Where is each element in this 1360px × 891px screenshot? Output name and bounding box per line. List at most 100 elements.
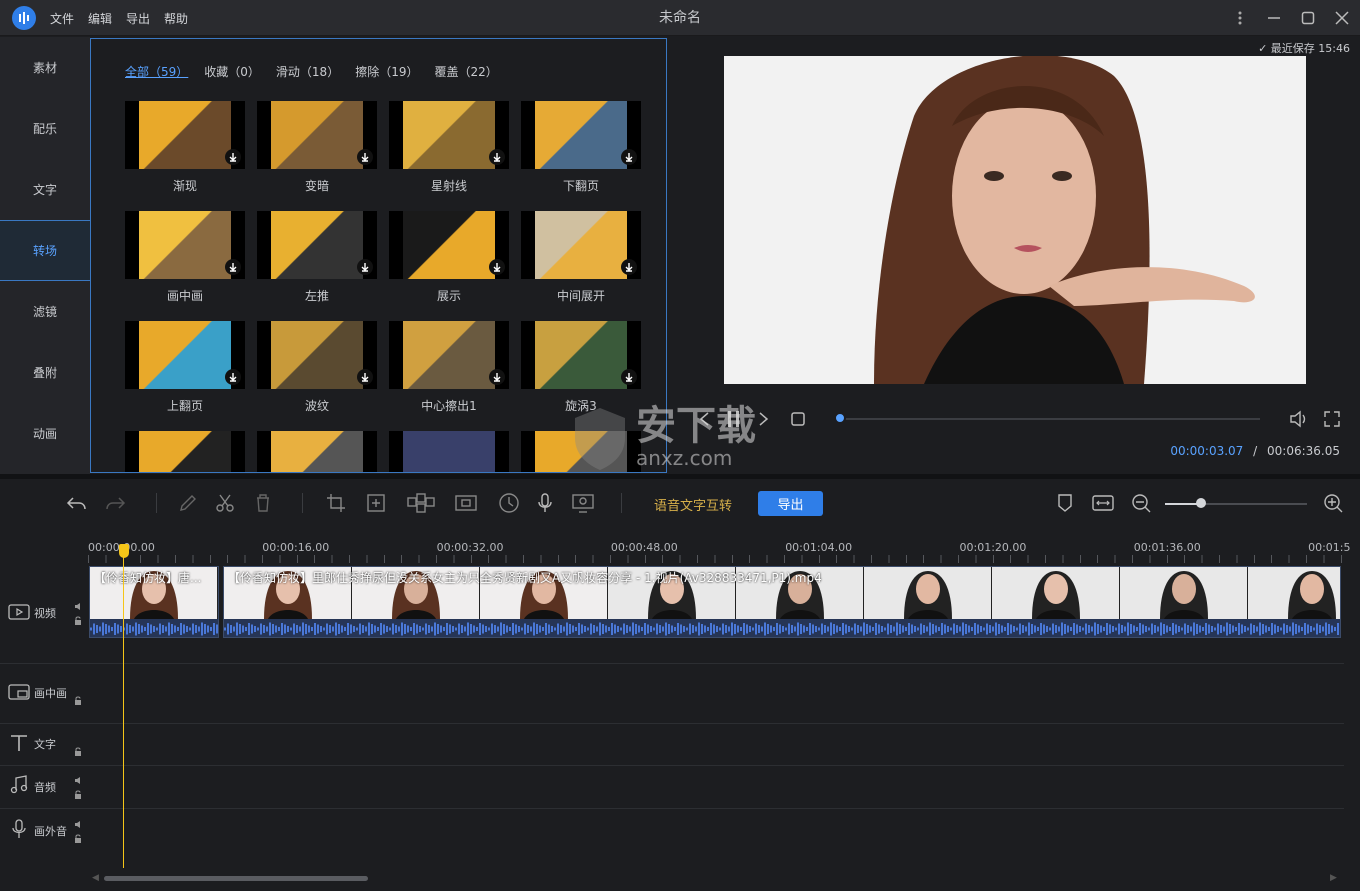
transition-item[interactable] xyxy=(257,431,377,472)
menu-edit[interactable]: 编辑 xyxy=(88,10,112,27)
sidebar-item-3[interactable]: 转场 xyxy=(0,220,90,281)
speaker-icon[interactable] xyxy=(74,601,84,614)
transition-item[interactable]: 画中画 xyxy=(125,211,245,304)
playback-track[interactable] xyxy=(836,418,1260,420)
lock-icon[interactable] xyxy=(74,615,82,628)
lock-icon[interactable] xyxy=(74,833,82,846)
filter-tab-1[interactable]: 收藏（0） xyxy=(204,63,260,80)
transition-thumbnail[interactable] xyxy=(257,211,377,279)
filter-tab-0[interactable]: 全部（59） xyxy=(125,63,188,80)
more-icon[interactable] xyxy=(1230,8,1250,28)
zoom-out-icon[interactable] xyxy=(1129,491,1153,515)
transition-item[interactable]: 下翻页 xyxy=(521,101,641,194)
download-icon[interactable] xyxy=(621,259,637,275)
fit-width-icon[interactable] xyxy=(1091,491,1115,515)
transition-thumbnail[interactable] xyxy=(125,321,245,389)
video-preview[interactable] xyxy=(724,56,1306,384)
zoom-slider[interactable] xyxy=(1165,503,1307,505)
export-button[interactable]: 导出 xyxy=(758,491,823,516)
minimize-icon[interactable] xyxy=(1264,8,1284,28)
transition-thumbnail[interactable] xyxy=(125,101,245,169)
sidebar-item-2[interactable]: 文字 xyxy=(0,159,90,220)
transition-item[interactable]: 星射线 xyxy=(389,101,509,194)
transition-thumbnail[interactable] xyxy=(389,101,509,169)
download-icon[interactable] xyxy=(489,149,505,165)
playhead-handle[interactable] xyxy=(119,544,129,558)
transition-item[interactable]: 展示 xyxy=(389,211,509,304)
transition-item[interactable]: 中间展开 xyxy=(521,211,641,304)
freeze-frame-icon[interactable] xyxy=(454,491,478,515)
menu-export[interactable]: 导出 xyxy=(126,10,150,27)
download-icon[interactable] xyxy=(489,259,505,275)
filter-tab-3[interactable]: 擦除（19） xyxy=(355,63,418,80)
download-icon[interactable] xyxy=(225,259,241,275)
close-icon[interactable] xyxy=(1332,8,1352,28)
zoom-in-icon[interactable] xyxy=(1321,491,1345,515)
download-icon[interactable] xyxy=(225,149,241,165)
transition-item[interactable]: 上翻页 xyxy=(125,321,245,414)
menu-file[interactable]: 文件 xyxy=(50,10,74,27)
microphone-icon[interactable] xyxy=(533,491,557,515)
scroll-left-icon[interactable]: ◀ xyxy=(92,873,99,883)
zoom-knob[interactable] xyxy=(1195,498,1206,508)
timeline-ruler[interactable]: 00:00:00.0000:00:16.0000:00:32.0000:00:4… xyxy=(0,527,1360,563)
download-icon[interactable] xyxy=(357,259,373,275)
video-clip[interactable]: 【伶香知仿妆】唐... xyxy=(89,566,219,638)
playback-knob[interactable] xyxy=(834,412,847,424)
playhead[interactable] xyxy=(123,545,124,869)
volume-icon[interactable] xyxy=(1288,409,1310,429)
mosaic-icon[interactable] xyxy=(406,491,436,515)
scissors-icon[interactable] xyxy=(213,491,237,515)
transition-item[interactable]: 中心擦出1 xyxy=(389,321,509,414)
transition-item[interactable]: 渐现 xyxy=(125,101,245,194)
zoom-crop-icon[interactable] xyxy=(364,491,388,515)
menu-help[interactable]: 帮助 xyxy=(164,10,188,27)
timeline-scroll-thumb[interactable] xyxy=(104,876,368,881)
speed-icon[interactable] xyxy=(497,491,521,515)
filter-tab-2[interactable]: 滑动（18） xyxy=(276,63,339,80)
transition-item[interactable] xyxy=(389,431,509,472)
marker-icon[interactable] xyxy=(1053,491,1077,515)
scroll-right-icon[interactable]: ▶ xyxy=(1330,873,1337,883)
lock-icon[interactable] xyxy=(74,746,82,759)
transition-thumbnail[interactable] xyxy=(521,101,641,169)
transition-thumbnail[interactable] xyxy=(521,211,641,279)
screen-record-icon[interactable] xyxy=(571,491,595,515)
transition-thumbnail[interactable] xyxy=(257,321,377,389)
transition-thumbnail[interactable] xyxy=(125,211,245,279)
transition-thumbnail[interactable] xyxy=(389,211,509,279)
transition-thumbnail[interactable] xyxy=(389,431,509,472)
undo-icon[interactable] xyxy=(64,491,88,515)
transition-thumbnail[interactable] xyxy=(257,431,377,472)
edit-pencil-icon[interactable] xyxy=(176,491,200,515)
transition-item[interactable]: 波纹 xyxy=(257,321,377,414)
delete-icon[interactable] xyxy=(251,491,275,515)
sidebar-item-5[interactable]: 叠附 xyxy=(0,342,90,403)
transition-thumbnail[interactable] xyxy=(389,321,509,389)
lock-icon[interactable] xyxy=(74,695,82,708)
download-icon[interactable] xyxy=(357,149,373,165)
download-icon[interactable] xyxy=(225,369,241,385)
lock-icon[interactable] xyxy=(74,789,82,802)
maximize-icon[interactable] xyxy=(1298,8,1318,28)
filter-tab-4[interactable]: 覆盖（22） xyxy=(434,63,497,80)
sidebar-item-0[interactable]: 素材 xyxy=(0,37,90,98)
transition-item[interactable]: 左推 xyxy=(257,211,377,304)
speech-to-text-button[interactable]: 语音文字互转 xyxy=(654,495,732,514)
crop-icon[interactable] xyxy=(324,491,348,515)
sidebar-item-6[interactable]: 动画 xyxy=(0,403,90,464)
transition-item[interactable] xyxy=(125,431,245,472)
download-icon[interactable] xyxy=(621,369,637,385)
transition-thumbnail[interactable] xyxy=(125,431,245,472)
transition-thumbnail[interactable] xyxy=(521,321,641,389)
speaker-icon[interactable] xyxy=(74,775,84,788)
speaker-icon[interactable] xyxy=(74,819,84,832)
redo-icon[interactable] xyxy=(104,491,128,515)
fullscreen-icon[interactable] xyxy=(1322,409,1342,429)
download-icon[interactable] xyxy=(357,369,373,385)
download-icon[interactable] xyxy=(621,149,637,165)
transition-thumbnail[interactable] xyxy=(257,101,377,169)
sidebar-item-1[interactable]: 配乐 xyxy=(0,98,90,159)
transition-item[interactable]: 变暗 xyxy=(257,101,377,194)
download-icon[interactable] xyxy=(489,369,505,385)
